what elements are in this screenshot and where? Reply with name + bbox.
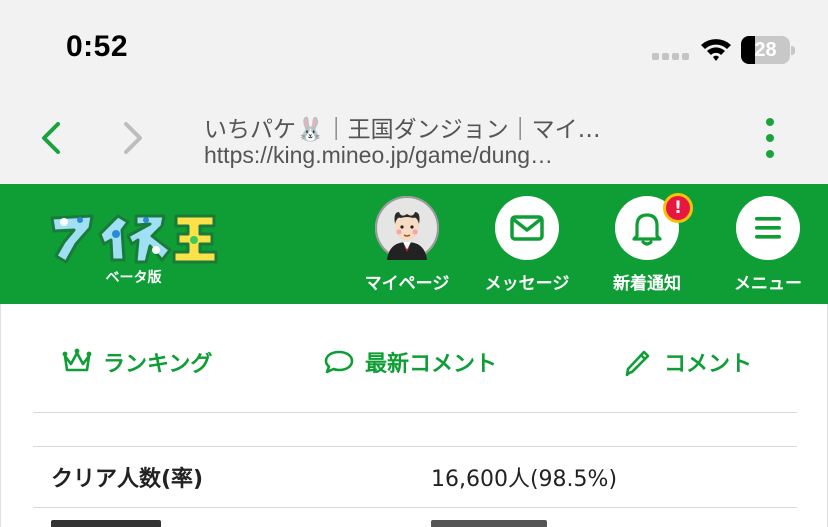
- hamburger-icon: [755, 217, 781, 239]
- notifications-label: 新着通知: [613, 274, 681, 294]
- clear-count-label: クリア人数(率): [51, 467, 204, 492]
- site-header: ベータ版 マイページ メッセージ ! 新着通知 メニュー: [0, 184, 828, 304]
- wifi-icon: [701, 39, 731, 61]
- site-logo[interactable]: ベータ版: [46, 204, 221, 290]
- notifications-button[interactable]: ! 新着通知: [592, 193, 702, 296]
- speech-bubble-icon: [324, 350, 354, 374]
- battery-level: 28: [754, 39, 777, 61]
- comment-label: コメント: [664, 352, 753, 377]
- messages-label: メッセージ: [484, 274, 570, 294]
- status-bar: 0:52 28: [0, 0, 828, 92]
- ranking-link[interactable]: ランキング: [61, 344, 212, 380]
- crown-icon: [62, 348, 92, 372]
- menu-label: メニュー: [734, 274, 802, 294]
- mypage-label: マイページ: [364, 274, 450, 294]
- envelope-icon: [510, 215, 544, 241]
- main-content: ランキング 最新コメント コメント クリア人数(率) 16,600人(98.5%…: [0, 304, 828, 527]
- page-title[interactable]: いちパケ🐰｜王国ダンジョン｜マイ…: [204, 110, 601, 144]
- ranking-label: ランキング: [103, 352, 213, 377]
- browser-toolbar: いちパケ🐰｜王国ダンジョン｜マイ… https://king.mineo.jp/…: [0, 92, 828, 184]
- avatar: [375, 196, 439, 260]
- latest-comments-link[interactable]: 最新コメント: [323, 344, 497, 380]
- menu-button[interactable]: メニュー: [713, 196, 823, 296]
- back-arrow-icon[interactable]: [36, 120, 68, 156]
- table-row-border: [33, 507, 797, 508]
- logo-mark-icon: [50, 214, 218, 264]
- messages-button[interactable]: メッセージ: [472, 196, 582, 296]
- table-row: クリア人数(率) 16,600人(98.5%): [33, 447, 797, 507]
- pencil-icon: [625, 350, 650, 376]
- latest-comments-label: 最新コメント: [365, 352, 498, 377]
- clear-count-value: 16,600人(98.5%): [431, 467, 618, 492]
- notification-badge: !: [663, 193, 693, 223]
- forward-arrow-icon[interactable]: [116, 120, 148, 156]
- page-url[interactable]: https://king.mineo.jp/game/dung…: [204, 142, 553, 169]
- next-row-value-partial: [431, 520, 547, 527]
- comment-link[interactable]: コメント: [622, 344, 752, 380]
- mypage-button[interactable]: マイページ: [352, 196, 462, 296]
- sub-navigation: ランキング 最新コメント コメント: [1, 304, 828, 414]
- section-divider: [33, 412, 797, 413]
- status-time: 0:52: [66, 30, 129, 63]
- more-options-icon[interactable]: [756, 116, 784, 160]
- cellular-signal-icon: [652, 53, 692, 61]
- battery-indicator: 28: [741, 36, 795, 64]
- next-row-label-partial: [51, 520, 161, 527]
- logo-subtitle: ベータ版: [105, 270, 162, 286]
